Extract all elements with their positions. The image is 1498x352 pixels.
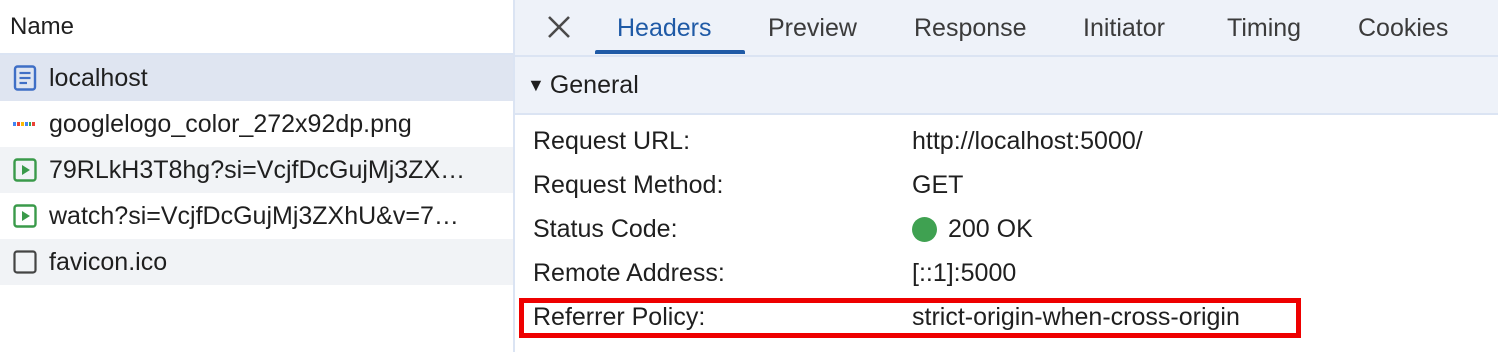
header-key: Referrer Policy: — [533, 303, 706, 331]
request-name: favicon.ico — [49, 247, 168, 276]
referrer-policy-value: strict-origin-when-cross-origin — [912, 303, 1240, 331]
tab-initiator[interactable]: Initiator — [1083, 14, 1165, 43]
request-name: localhost — [49, 63, 148, 92]
header-row-request-method: Request Method: GET — [515, 165, 1498, 209]
request-list-panel: Name localhost googlelogo_color_272x92dp… — [0, 0, 513, 352]
request-details-panel: Headers Preview Response Initiator Timin… — [515, 0, 1498, 352]
status-ok-dot-icon — [912, 217, 937, 242]
request-name: googlelogo_color_272x92dp.png — [49, 109, 412, 138]
header-key: Request Method: — [533, 171, 724, 199]
tab-headers[interactable]: Headers — [617, 14, 712, 43]
request-row-favicon[interactable]: favicon.ico — [0, 239, 513, 285]
header-value[interactable]: 200 OK — [912, 215, 1033, 244]
header-value[interactable]: http://localhost:5000/ — [912, 127, 1143, 156]
remote-address-value: [::1]:5000 — [912, 259, 1017, 287]
request-method-value: GET — [912, 171, 964, 199]
request-row-media-2[interactable]: watch?si=VcjfDcGujMj3ZXhU&v=7… — [0, 193, 513, 239]
active-tab-indicator — [595, 50, 745, 54]
triangle-down-icon: ▼ — [527, 74, 545, 95]
request-name: 79RLkH3T8hg?si=VcjfDcGujMj3ZX… — [49, 155, 466, 184]
name-column-label: Name — [10, 12, 75, 40]
request-name: watch?si=VcjfDcGujMj3ZXhU&v=7… — [49, 201, 459, 230]
request-rows: localhost googlelogo_color_272x92dp.png — [0, 55, 513, 285]
media-play-icon — [12, 203, 38, 229]
tab-timing[interactable]: Timing — [1227, 14, 1301, 43]
header-row-referrer-policy: Referrer Policy: strict-origin-when-cros… — [515, 297, 1498, 341]
request-url-value: http://localhost:5000/ — [912, 127, 1143, 155]
header-value[interactable]: strict-origin-when-cross-origin — [912, 303, 1240, 332]
general-section-title: General — [549, 70, 639, 99]
tab-cookies[interactable]: Cookies — [1358, 14, 1448, 43]
header-row-request-url: Request URL: http://localhost:5000/ — [515, 121, 1498, 165]
tab-preview[interactable]: Preview — [768, 14, 857, 43]
close-icon[interactable] — [545, 11, 573, 43]
general-section-header[interactable]: ▼ General — [515, 57, 1498, 115]
tab-response[interactable]: Response — [914, 14, 1027, 43]
header-value[interactable]: GET — [912, 171, 963, 200]
request-row-googlelogo[interactable]: googlelogo_color_272x92dp.png — [0, 101, 513, 147]
header-key: Request URL: — [533, 127, 691, 155]
request-row-media-1[interactable]: 79RLkH3T8hg?si=VcjfDcGujMj3ZX… — [0, 147, 513, 193]
header-key: Remote Address: — [533, 259, 725, 287]
header-value[interactable]: [::1]:5000 — [912, 259, 1016, 288]
document-icon — [12, 65, 38, 91]
header-row-remote-address: Remote Address: [::1]:5000 — [515, 253, 1498, 297]
google-image-icon — [12, 111, 38, 137]
header-row-status-code: Status Code: 200 OK — [515, 209, 1498, 253]
details-tab-bar: Headers Preview Response Initiator Timin… — [515, 0, 1498, 57]
media-play-icon — [12, 157, 38, 183]
request-row-localhost[interactable]: localhost — [0, 55, 513, 101]
general-header-list: Request URL: http://localhost:5000/ Requ… — [515, 115, 1498, 341]
header-key: Status Code: — [533, 215, 678, 243]
name-column-header[interactable]: Name — [0, 0, 513, 55]
blank-file-icon — [12, 249, 38, 275]
status-code-value: 200 OK — [948, 215, 1033, 243]
